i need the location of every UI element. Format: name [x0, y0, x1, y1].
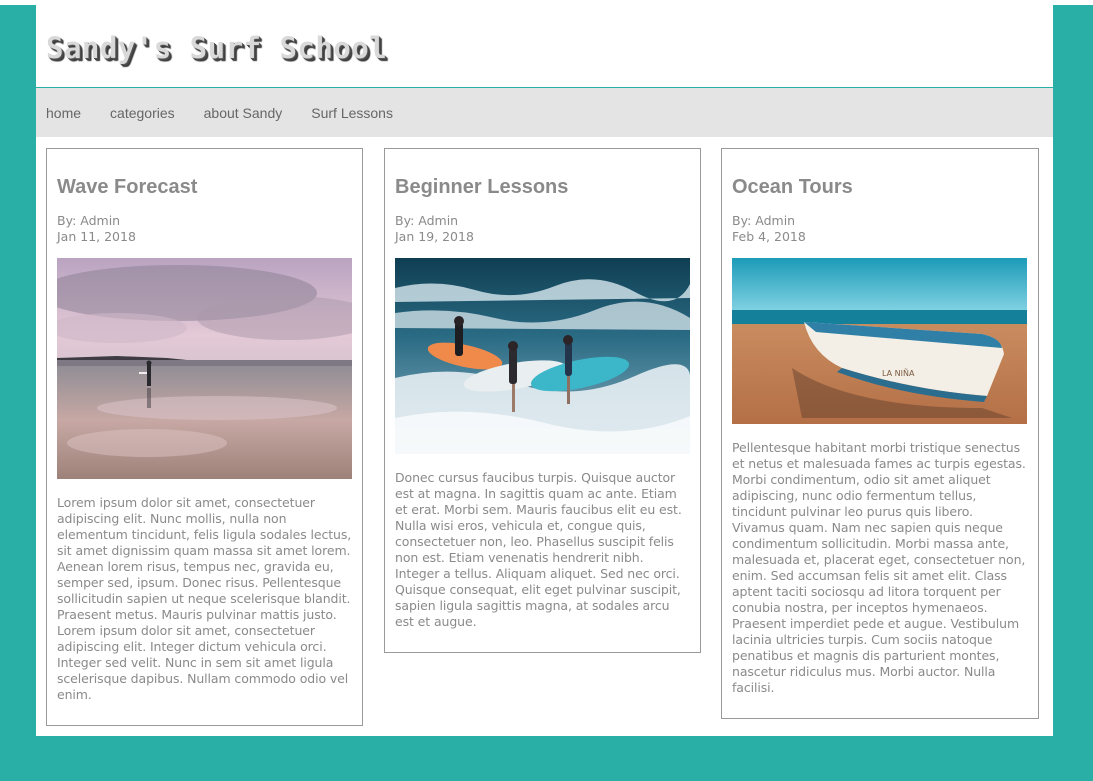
post-meta: By: Admin Feb 4, 2018 — [732, 213, 1028, 245]
nav-home[interactable]: home — [46, 105, 81, 121]
site-header: Sandy's Surf School — [36, 5, 1053, 88]
nav-about-sandy[interactable]: about Sandy — [204, 105, 283, 121]
post-author: By: Admin — [395, 213, 459, 228]
post-card-ocean-tours: Ocean Tours By: Admin Feb 4, 2018 LA NIÑ… — [721, 148, 1039, 719]
boat-name: LA NIÑA — [882, 368, 915, 378]
post-author: By: Admin — [57, 213, 121, 228]
post-meta: By: Admin Jan 11, 2018 — [57, 213, 352, 245]
nav-categories[interactable]: categories — [110, 105, 175, 121]
post-author: By: Admin — [732, 213, 796, 228]
post-date: Jan 11, 2018 — [57, 229, 136, 244]
post-body: Pellentesque habitant morbi tristique se… — [732, 440, 1026, 695]
main-nav: home categories about Sandy Surf Lessons — [36, 88, 1053, 137]
post-body: Lorem ipsum dolor sit amet, consectetuer… — [57, 495, 352, 702]
post-meta: By: Admin Jan 19, 2018 — [395, 213, 690, 245]
post-date: Jan 19, 2018 — [395, 229, 474, 244]
post-title[interactable]: Beginner Lessons — [395, 175, 690, 199]
post-title[interactable]: Ocean Tours — [732, 175, 1028, 199]
post-card-beginner-lessons: Beginner Lessons By: Admin Jan 19, 2018 — [384, 148, 701, 653]
page-container: Sandy's Surf School home categories abou… — [36, 5, 1053, 736]
site-title: Sandy's Surf School — [46, 31, 388, 65]
beach-sunset-surfer-photo — [57, 258, 352, 479]
surfers-carrying-boards-photo — [395, 258, 690, 454]
boat-on-beach-photo: LA NIÑA — [732, 258, 1027, 424]
post-body: Donec cursus faucibus turpis. Quisque au… — [395, 470, 682, 629]
post-card-wave-forecast: Wave Forecast By: Admin Jan 11, 2018 Lor… — [46, 148, 363, 726]
nav-surf-lessons[interactable]: Surf Lessons — [311, 105, 393, 121]
post-date: Feb 4, 2018 — [732, 229, 806, 244]
post-title[interactable]: Wave Forecast — [57, 175, 352, 199]
